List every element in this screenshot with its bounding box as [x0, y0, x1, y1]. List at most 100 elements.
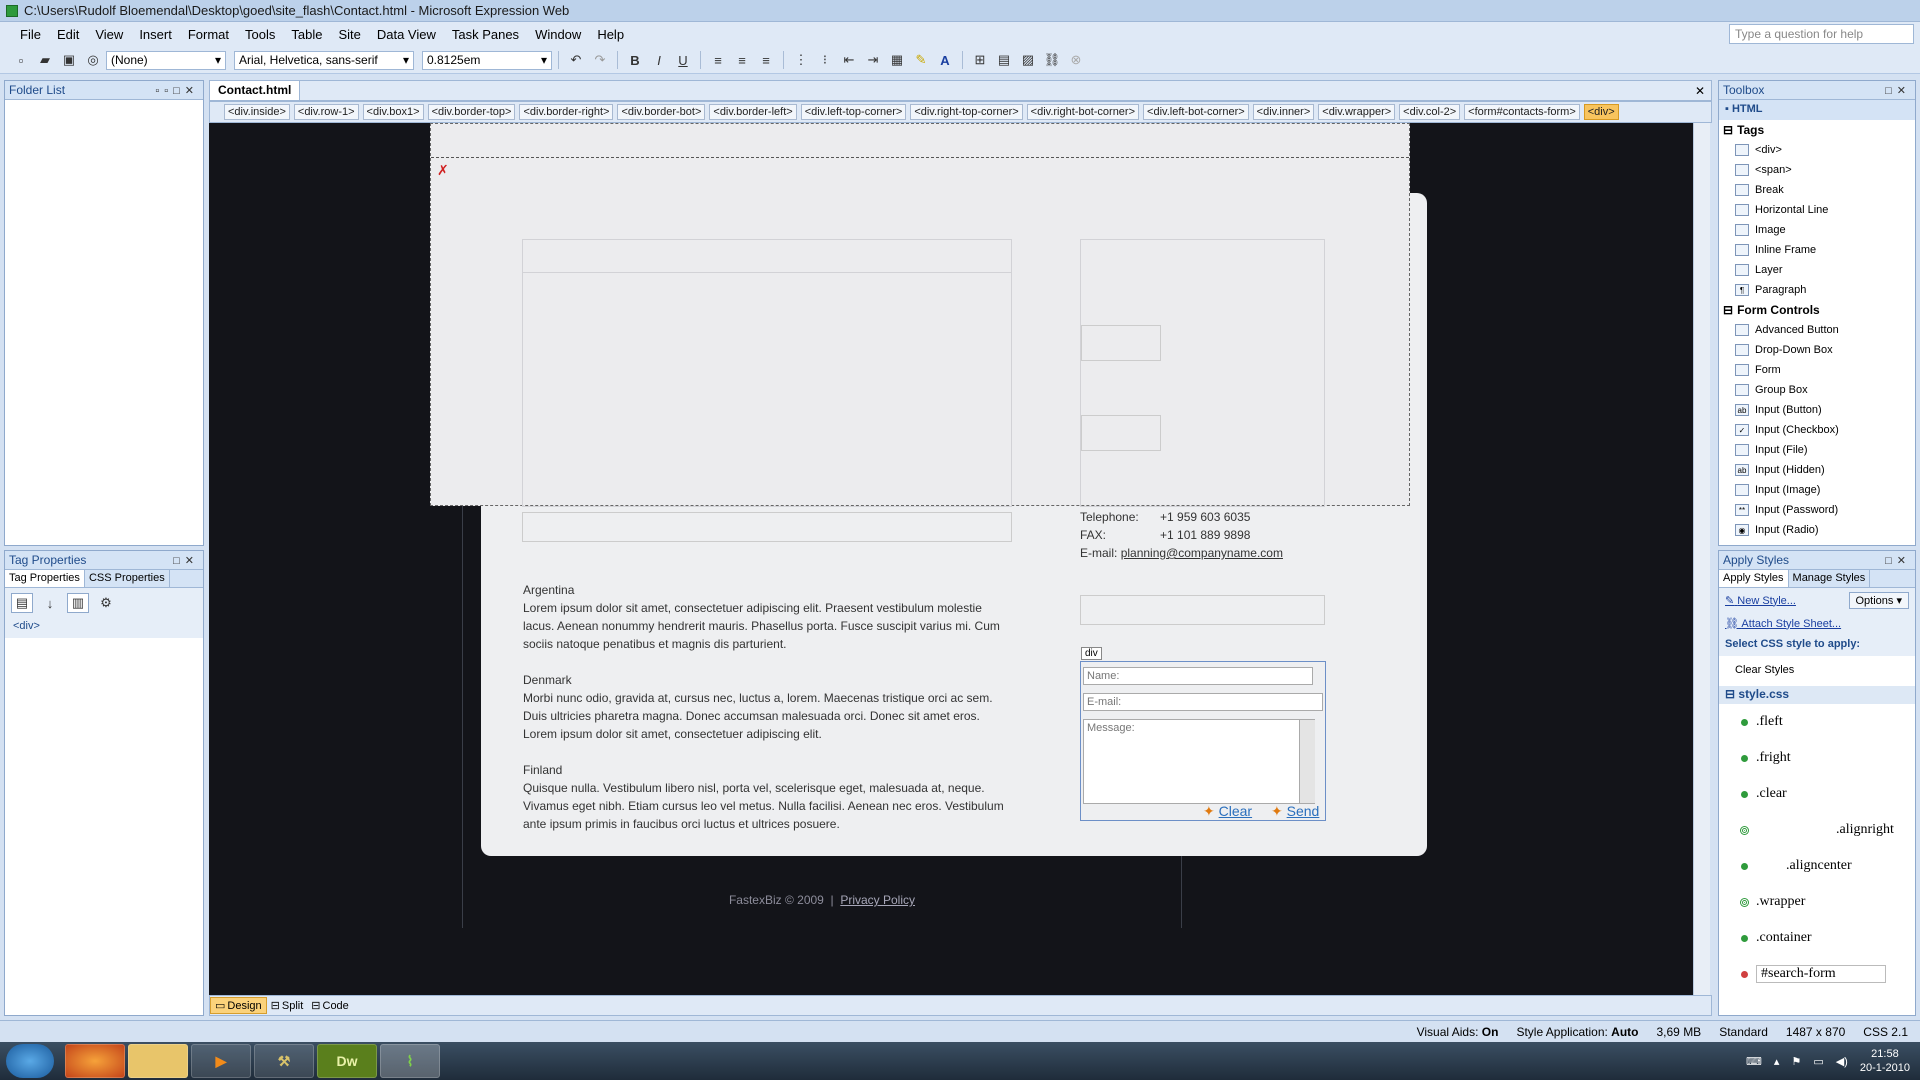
toolbox-item-input-password[interactable]: ** Input (Password)	[1719, 500, 1915, 520]
quick-tag[interactable]: <div.row-1>	[293, 104, 359, 120]
toolbox-item-span[interactable]: <span>	[1719, 160, 1915, 180]
preview-icon[interactable]: ◎	[82, 50, 104, 70]
borders-icon[interactable]: ▦	[886, 50, 908, 70]
style-item[interactable]: .alignright	[1719, 812, 1915, 848]
menu-site[interactable]: Site	[330, 25, 368, 44]
clear-link[interactable]: Clear	[1219, 803, 1252, 819]
name-input[interactable]: Name:	[1083, 667, 1313, 685]
tags-group-header[interactable]: ⊟ Tags	[1719, 120, 1915, 140]
font-size-select[interactable]: 0.8125em ▾	[422, 50, 552, 70]
tab-tag-properties[interactable]: Tag Properties	[5, 570, 85, 587]
quick-tag-selected[interactable]: <div>	[1583, 104, 1619, 120]
message-textarea[interactable]: Message:	[1083, 719, 1315, 804]
visual-aids-toggle[interactable]: On	[1482, 1025, 1499, 1039]
toolbox-item-advanced-button[interactable]: Advanced Button	[1719, 320, 1915, 340]
quick-tag[interactable]: <div.border-top>	[427, 104, 516, 120]
align-right-icon[interactable]: ≡	[755, 50, 777, 70]
menu-insert[interactable]: Insert	[131, 25, 180, 44]
toolbox-html-group[interactable]: ▪ HTML	[1719, 100, 1915, 120]
style-item[interactable]: .wrapper	[1719, 884, 1915, 920]
quick-tag[interactable]: <div.right-top-corner>	[910, 104, 1023, 120]
open-folder-icon[interactable]: ▰	[34, 50, 56, 70]
style-item[interactable]: #search-form	[1719, 956, 1915, 992]
align-center-icon[interactable]: ≡	[731, 50, 753, 70]
toolbox-item-form[interactable]: Form	[1719, 360, 1915, 380]
toolbox-item-input-radio[interactable]: ◉ Input (Radio)	[1719, 520, 1915, 540]
style-item[interactable]: .fright	[1719, 740, 1915, 776]
font-color-icon[interactable]: A	[934, 50, 956, 70]
toolbox-item-dropdown[interactable]: Drop-Down Box	[1719, 340, 1915, 360]
toolbox-item-input-hidden[interactable]: ab Input (Hidden)	[1719, 460, 1915, 480]
help-search-input[interactable]: Type a question for help	[1729, 24, 1914, 44]
panel-controls-icon[interactable]: □✕	[1885, 84, 1911, 97]
outdent-icon[interactable]: ⇤	[838, 50, 860, 70]
show-set-properties-icon[interactable]: ▥	[67, 593, 89, 613]
bullet-list-icon[interactable]: ⁝	[814, 50, 836, 70]
style-application-toggle[interactable]: Auto	[1611, 1025, 1638, 1039]
quick-tag[interactable]: <form#contacts-form>	[1464, 104, 1580, 120]
menu-tools[interactable]: Tools	[237, 25, 283, 44]
send-link[interactable]: Send	[1287, 803, 1320, 819]
highlight-icon[interactable]: ✎	[910, 50, 932, 70]
toolbox-item-paragraph[interactable]: ¶ Paragraph	[1719, 280, 1915, 300]
toolbox-item-iframe[interactable]: Inline Frame	[1719, 240, 1915, 260]
doctype-mode[interactable]: Standard	[1719, 1025, 1768, 1039]
save-icon[interactable]: ▣	[58, 50, 80, 70]
menu-table[interactable]: Table	[283, 25, 330, 44]
canvas-vertical-scrollbar[interactable]	[1693, 123, 1710, 995]
stop-icon[interactable]: ⊗	[1065, 50, 1087, 70]
toolbox-item-input-image[interactable]: Input (Image)	[1719, 480, 1915, 500]
quick-tag[interactable]: <div.inside>	[224, 104, 290, 120]
italic-icon[interactable]: I	[648, 50, 670, 70]
tab-manage-styles[interactable]: Manage Styles	[1789, 570, 1871, 587]
quick-tag[interactable]: <div.left-top-corner>	[800, 104, 907, 120]
indent-icon[interactable]: ⇥	[862, 50, 884, 70]
clear-styles-item[interactable]: Clear Styles	[1719, 656, 1915, 686]
menu-window[interactable]: Window	[527, 25, 589, 44]
start-button[interactable]	[6, 1044, 54, 1078]
properties-icon[interactable]: ⚙	[95, 593, 117, 613]
close-document-icon[interactable]: ✕	[1695, 84, 1711, 98]
clock[interactable]: 21:58 20-1-2010	[1860, 1047, 1910, 1075]
new-page-icon[interactable]: ▫	[10, 50, 32, 70]
toolbox-item-input-checkbox[interactable]: ✓ Input (Checkbox)	[1719, 420, 1915, 440]
expression-web-icon[interactable]: ⌇	[380, 1044, 440, 1078]
style-sheet-group[interactable]: ⊟ style.css	[1719, 686, 1915, 704]
style-item[interactable]: .container	[1719, 920, 1915, 956]
textarea-scrollbar[interactable]	[1299, 720, 1315, 803]
toolbox-item-group-box[interactable]: Group Box	[1719, 380, 1915, 400]
volume-icon[interactable]: ◀)	[1836, 1055, 1848, 1068]
email-input[interactable]: E-mail:	[1083, 693, 1323, 711]
toolbox-item-break[interactable]: Break	[1719, 180, 1915, 200]
toolbox-item-input-file[interactable]: Input (File)	[1719, 440, 1915, 460]
selected-div-overlay[interactable]: ✗	[430, 123, 1410, 507]
underline-icon[interactable]: U	[672, 50, 694, 70]
tab-apply-styles[interactable]: Apply Styles	[1719, 570, 1789, 587]
menu-task-panes[interactable]: Task Panes	[444, 25, 527, 44]
quick-tag[interactable]: <div.col-2>	[1399, 104, 1461, 120]
design-canvas[interactable]: ✗ Telephone: +1 959 603 6035 FAX: +1 101 8…	[209, 123, 1702, 995]
font-family-select[interactable]: Arial, Helvetica, sans-serif ▾	[234, 50, 414, 70]
numbered-list-icon[interactable]: ⋮	[790, 50, 812, 70]
menu-edit[interactable]: Edit	[49, 25, 87, 44]
explorer-icon[interactable]	[128, 1044, 188, 1078]
dreamweaver-icon[interactable]: Dw	[317, 1044, 377, 1078]
flag-icon[interactable]: ⚑	[1791, 1055, 1801, 1068]
panel-controls-icon[interactable]: □✕	[173, 554, 199, 567]
align-left-icon[interactable]: ≡	[707, 50, 729, 70]
keyboard-icon[interactable]: ⌨	[1746, 1055, 1762, 1068]
toolbox-item-image[interactable]: Image	[1719, 220, 1915, 240]
panel-controls-icon[interactable]: □✕	[1885, 554, 1911, 567]
toolbox-item-hr[interactable]: Horizontal Line	[1719, 200, 1915, 220]
table-icon[interactable]: ⊞	[969, 50, 991, 70]
tools-icon[interactable]: ⚒	[254, 1044, 314, 1078]
menu-data-view[interactable]: Data View	[369, 25, 444, 44]
undo-icon[interactable]: ↶	[565, 50, 587, 70]
quick-tag[interactable]: <div.wrapper>	[1318, 104, 1396, 120]
hyperlink-icon[interactable]: ⛓	[1041, 50, 1063, 70]
bold-icon[interactable]: B	[624, 50, 646, 70]
quick-tag[interactable]: <div.border-left>	[709, 104, 797, 120]
email-link[interactable]: planning@companyname.com	[1121, 546, 1283, 560]
menu-file[interactable]: File	[12, 25, 49, 44]
quick-tag[interactable]: <div.inner>	[1252, 104, 1315, 120]
